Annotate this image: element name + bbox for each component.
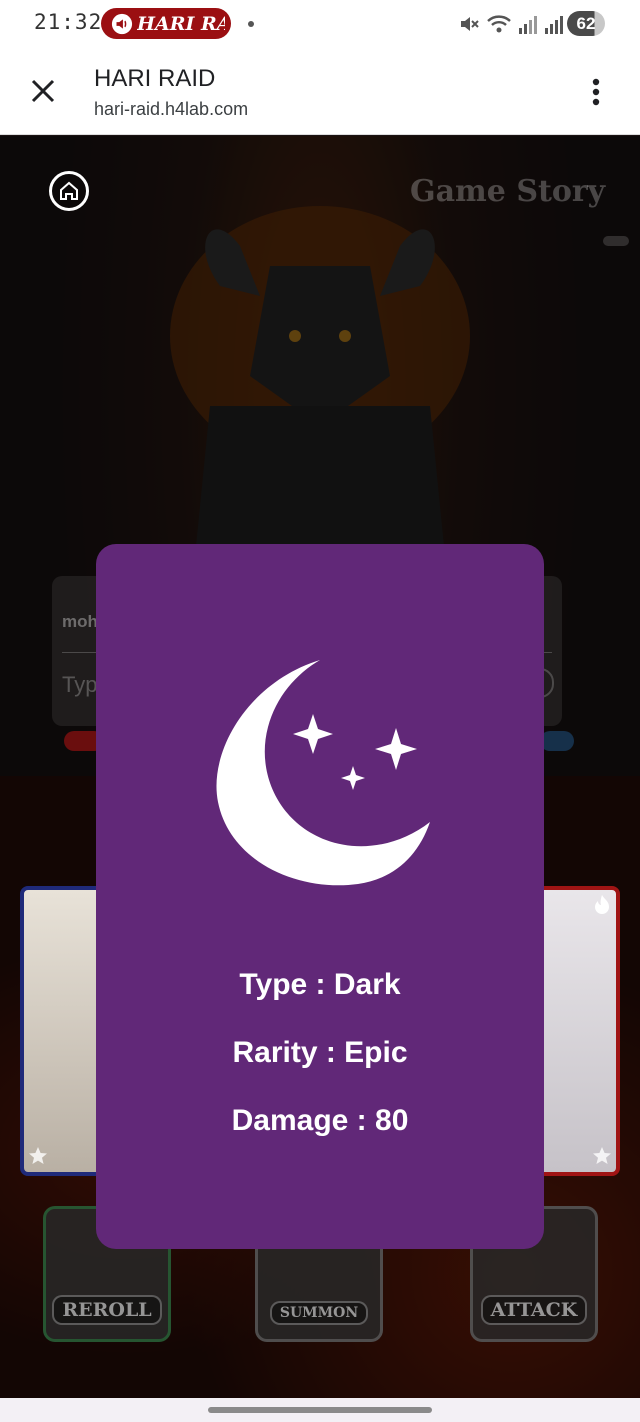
game-story-link[interactable]: Game Story: [410, 174, 605, 209]
card-detail-modal: [96, 544, 544, 1249]
custom-tab-toolbar: HARI RAID hari-raid.h4lab.com: [0, 48, 640, 135]
close-icon[interactable]: [28, 76, 58, 106]
status-time: 21:32: [34, 10, 103, 34]
player-hp-bar: [540, 731, 574, 751]
mute-icon: [461, 17, 479, 31]
media-pill-text: HARI RAID: [137, 12, 225, 35]
signal-icon: [519, 16, 537, 34]
star-icon: [29, 1147, 47, 1164]
card-damage: Damage : 80: [231, 1104, 409, 1137]
gesture-nav-bar: [0, 1398, 640, 1422]
media-playing-pill[interactable]: HARI RAID: [101, 8, 231, 39]
card-type: Type : Dark: [239, 968, 401, 1001]
speaker-icon: [111, 13, 133, 34]
page-title: HARI RAID: [94, 65, 216, 92]
notification-dot: [248, 21, 254, 27]
attack-label: ATTACK: [480, 1295, 588, 1325]
fire-icon: [595, 895, 609, 914]
page-url: hari-raid.h4lab.com: [94, 99, 249, 119]
more-options-icon[interactable]: [582, 74, 610, 110]
home-icon: [60, 181, 78, 200]
status-bar: 21:32 HARI RAID 62: [0, 0, 640, 48]
home-gesture-handle[interactable]: [208, 1407, 432, 1413]
moon-stars-icon: [216, 660, 430, 886]
card-rarity: Rarity : Epic: [232, 1036, 408, 1069]
scroll-indicator: [603, 236, 629, 246]
home-button[interactable]: [49, 171, 89, 211]
reroll-label: REROLL: [52, 1295, 162, 1325]
star-icon: [593, 1147, 611, 1164]
wifi-icon: [487, 15, 511, 33]
battery-indicator: 62: [567, 11, 605, 36]
signal-icon: [545, 16, 563, 34]
summon-label: SUMMON: [269, 1301, 369, 1325]
status-icons: [458, 11, 564, 37]
chat-input[interactable]: Typ: [62, 672, 97, 698]
chat-username: moh: [62, 612, 98, 631]
